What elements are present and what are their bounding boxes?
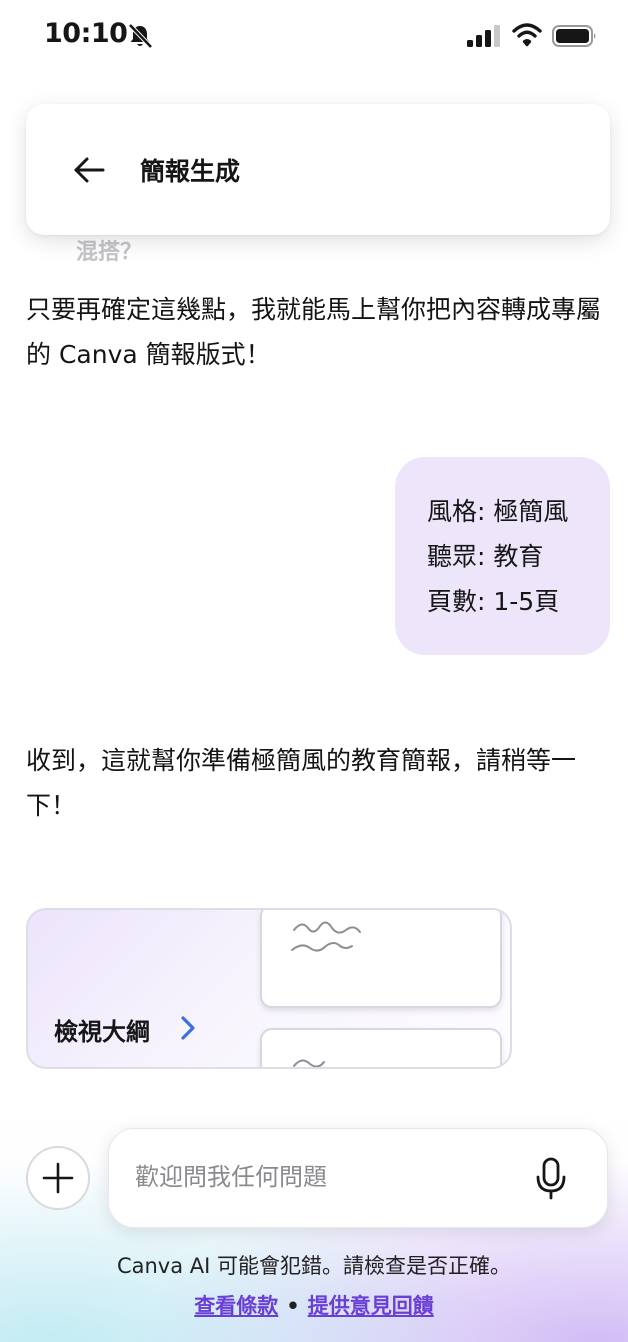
message-input-box[interactable] — [108, 1128, 608, 1228]
user-message-bubble: 風格: 極簡風 聽眾: 教育 頁數: 1-5頁 — [395, 457, 610, 655]
faded-previous-text: 混搭？ — [76, 240, 143, 265]
outline-card[interactable]: 檢視大綱 — [26, 908, 512, 1069]
user-message-line: 風格: 極簡風 — [427, 497, 569, 526]
chevron-right-icon — [181, 1016, 195, 1040]
ai-message: 只要再確定這幾點，我就能馬上幫你把內容轉成專屬的 Canva 簡報版式！ — [26, 295, 602, 369]
feedback-link[interactable]: 提供意見回饋 — [308, 1294, 434, 1318]
footer-links: 查看條款 • 提供意見回饋 — [0, 1290, 628, 1320]
slide-thumbnail — [260, 1028, 502, 1067]
ai-disclaimer: Canva AI 可能會犯錯。請檢查是否正確。 — [116, 1254, 512, 1278]
battery-icon — [552, 25, 596, 47]
add-attachment-button[interactable] — [26, 1146, 90, 1210]
microphone-icon[interactable] — [533, 1157, 569, 1201]
header-card: 簡報生成 — [26, 104, 610, 235]
wifi-icon — [512, 23, 542, 47]
signal-icon — [467, 25, 500, 47]
user-message-line: 頁數: 1-5頁 — [427, 587, 560, 616]
view-outline-label: 檢視大綱 — [54, 1018, 150, 1046]
arrow-left-icon[interactable] — [72, 154, 106, 186]
terms-link[interactable]: 查看條款 — [194, 1294, 278, 1318]
message-input[interactable] — [135, 1163, 515, 1191]
separator-dot: • — [286, 1294, 300, 1318]
user-message-line: 聽眾: 教育 — [427, 542, 544, 571]
page-title: 簡報生成 — [140, 157, 241, 186]
slide-thumbnail — [260, 910, 502, 1008]
status-time: 10:10 — [44, 18, 128, 49]
bell-off-icon — [128, 23, 153, 49]
ai-message: 收到，這就幫你準備極簡風的教育簡報，請稍等一下！ — [26, 746, 577, 820]
plus-icon — [42, 1162, 74, 1194]
